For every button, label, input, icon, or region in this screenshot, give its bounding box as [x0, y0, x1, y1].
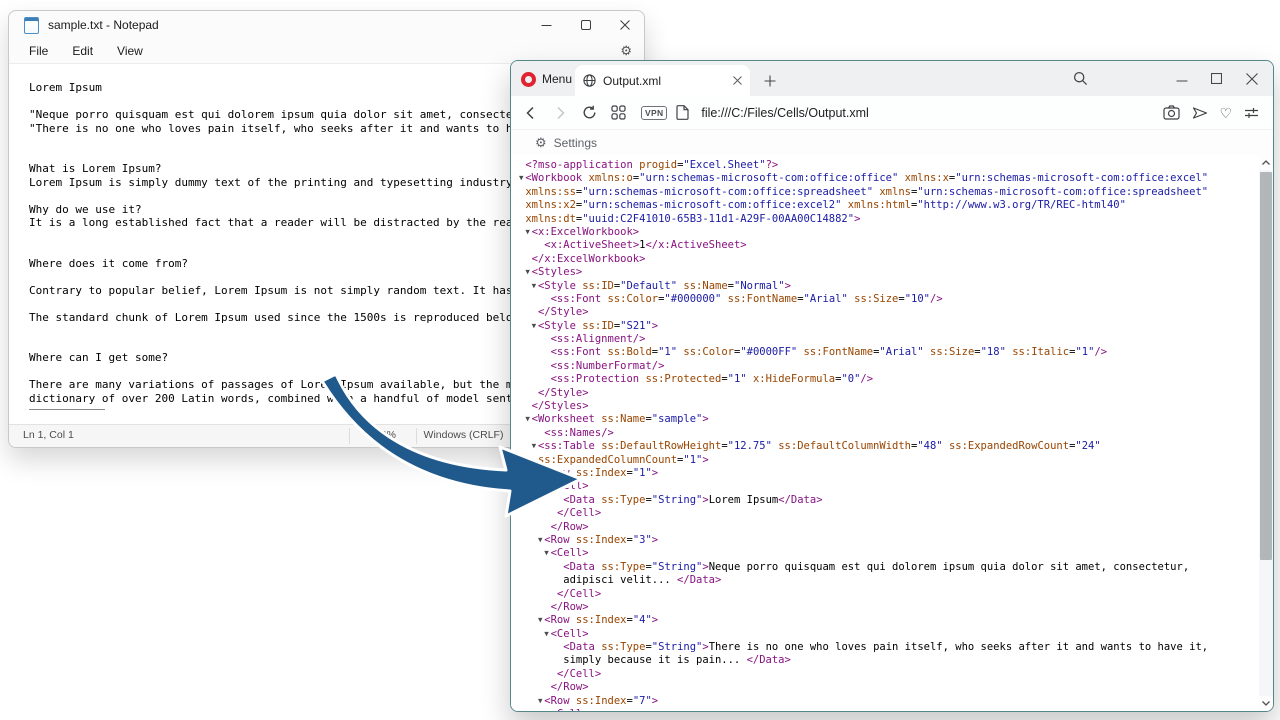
xml-tree[interactable]: <?mso-application progid="Excel.Sheet"?>… — [511, 155, 1259, 711]
minimize-button[interactable] — [527, 11, 566, 39]
scrollbar-thumb[interactable] — [1260, 172, 1272, 560]
minimize-icon — [1176, 73, 1188, 85]
search-icon — [1073, 71, 1088, 86]
speed-dial-icon[interactable] — [609, 104, 627, 122]
forward-button[interactable] — [551, 104, 569, 122]
opera-menu-button[interactable]: Menu — [521, 67, 572, 91]
page-icon — [676, 105, 689, 120]
opera-logo — [521, 72, 536, 87]
address-bar: VPN file:///C:/Files/Cells/Output.xml ♡ — [511, 96, 1273, 129]
close-icon — [620, 20, 630, 30]
scroll-up-button[interactable] — [1259, 155, 1273, 170]
cursor-position: Ln 1, Col 1 — [23, 429, 74, 441]
camera-icon[interactable] — [1161, 103, 1181, 123]
vertical-scrollbar[interactable] — [1259, 155, 1273, 711]
reload-button[interactable] — [580, 104, 598, 122]
tab-bar: Menu Output.xml — [511, 61, 1273, 96]
tune-icon[interactable] — [1241, 103, 1261, 123]
url-field[interactable]: file:///C:/Files/Cells/Output.xml — [701, 106, 868, 120]
tab-output-xml[interactable]: Output.xml — [575, 65, 750, 96]
scroll-down-button[interactable] — [1259, 696, 1273, 711]
gear-icon[interactable]: ⚙ — [620, 43, 632, 59]
search-button[interactable] — [1063, 61, 1098, 96]
notepad-app-icon — [24, 17, 39, 34]
browser-maximize-button[interactable] — [1199, 61, 1234, 96]
gear-icon: ⚙ — [535, 136, 547, 149]
menu-view[interactable]: View — [105, 42, 155, 60]
menu-edit[interactable]: Edit — [60, 42, 105, 60]
close-button[interactable] — [605, 11, 644, 39]
maximize-icon — [581, 20, 591, 30]
minimize-icon — [541, 20, 552, 31]
globe-icon — [583, 74, 596, 87]
plus-icon — [764, 75, 776, 87]
browser-window: Menu Output.xml — [510, 60, 1274, 712]
browser-content: <?mso-application progid="Excel.Sheet"?>… — [511, 155, 1273, 711]
bookmark-settings[interactable]: Settings — [554, 136, 597, 150]
browser-close-button[interactable] — [1234, 61, 1269, 96]
menu-file[interactable]: File — [17, 42, 60, 60]
vpn-badge[interactable]: VPN — [641, 106, 667, 120]
zoom-level: 100% — [349, 429, 416, 441]
maximize-icon — [1211, 73, 1222, 84]
tab-title: Output.xml — [603, 74, 733, 88]
send-icon[interactable] — [1190, 103, 1210, 123]
new-tab-button[interactable] — [758, 69, 782, 93]
opera-menu-label: Menu — [542, 72, 572, 86]
scroll-down-icon — [1262, 701, 1270, 706]
browser-minimize-button[interactable] — [1164, 61, 1199, 96]
scroll-up-icon — [1262, 160, 1270, 165]
heart-icon[interactable]: ♡ — [1219, 106, 1232, 120]
bookmarks-bar: ⚙ Settings — [511, 129, 1273, 156]
close-icon — [1246, 73, 1258, 85]
text-divider-line — [29, 409, 105, 410]
maximize-button[interactable] — [566, 11, 605, 39]
tab-close-icon[interactable] — [733, 76, 742, 85]
notepad-titlebar[interactable]: sample.txt - Notepad — [9, 11, 644, 39]
back-button[interactable] — [522, 104, 540, 122]
line-ending: Windows (CRLF) — [416, 429, 511, 441]
notepad-window-title: sample.txt - Notepad — [48, 18, 159, 32]
